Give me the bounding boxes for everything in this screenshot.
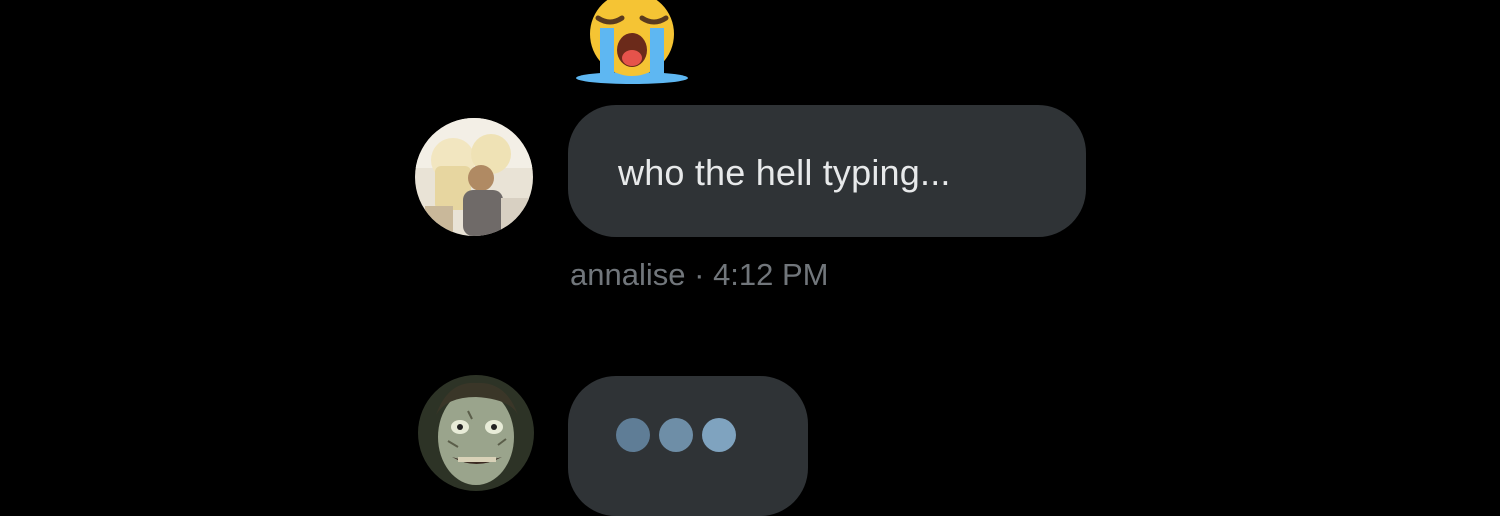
message-timestamp: 4:12 PM [713, 257, 829, 292]
message-meta: annalise · 4:12 PM [570, 257, 829, 293]
sender-name[interactable]: annalise [570, 257, 685, 292]
avatar[interactable] [415, 118, 533, 236]
typing-indicator-bubble [568, 376, 808, 516]
message-bubble[interactable]: who the hell typing... [568, 105, 1086, 237]
crying-emoji-icon [572, 0, 692, 86]
typing-dot [616, 418, 650, 452]
typing-dot [702, 418, 736, 452]
avatar[interactable] [418, 375, 534, 491]
typing-dot [659, 418, 693, 452]
meta-separator: · [694, 257, 705, 292]
typing-dots [616, 418, 736, 452]
message-text: who the hell typing... [618, 152, 951, 193]
